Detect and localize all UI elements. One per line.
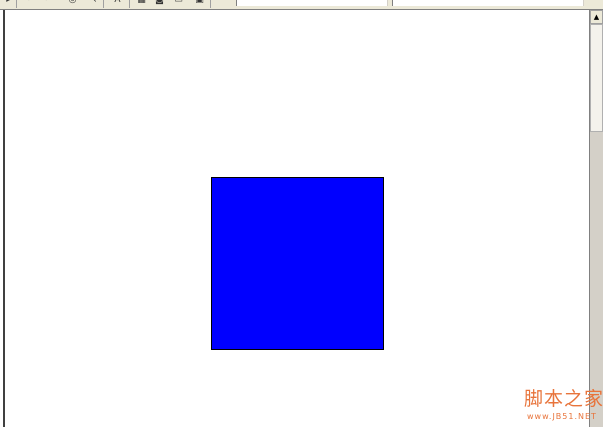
- undo-icon[interactable]: ↶: [24, 0, 37, 6]
- blue-square-shape[interactable]: [211, 177, 384, 350]
- vertical-scrollbar[interactable]: ▲: [589, 10, 603, 427]
- redo-icon[interactable]: ↷: [38, 0, 51, 6]
- save-icon[interactable]: ▣: [193, 0, 206, 6]
- grid-icon[interactable]: ▦: [135, 0, 148, 6]
- toolbar: ▸ ↶ ↷ ◎ ↖ A ▦ ◙ ▭ ▣ · · · · · · · · · · …: [0, 0, 603, 10]
- select-icon[interactable]: ↖: [87, 0, 100, 6]
- text-icon[interactable]: A: [111, 0, 124, 6]
- toolbar-separator: [16, 0, 17, 8]
- drawing-canvas[interactable]: [3, 10, 591, 427]
- zoom-icon[interactable]: ◎: [66, 0, 79, 6]
- scroll-up-arrow-icon[interactable]: ▲: [590, 10, 603, 24]
- toolbar-separator: [103, 0, 104, 8]
- scrollbar-thumb[interactable]: [590, 24, 603, 132]
- camera-icon[interactable]: ◙: [153, 0, 166, 6]
- toolbar-input-text: · · · · ·: [240, 0, 275, 4]
- play-icon[interactable]: ▸: [2, 0, 15, 6]
- toolbar-input-secondary[interactable]: [392, 0, 584, 6]
- app-window: ▸ ↶ ↷ ◎ ↖ A ▦ ◙ ▭ ▣ · · · · · · · · · · …: [0, 0, 603, 427]
- toolbar-input-secondary-text: · · · · · · ·: [430, 0, 480, 4]
- toolbar-separator: [129, 0, 130, 8]
- folder-icon[interactable]: ▭: [172, 0, 185, 6]
- toolbar-separator: [210, 0, 211, 8]
